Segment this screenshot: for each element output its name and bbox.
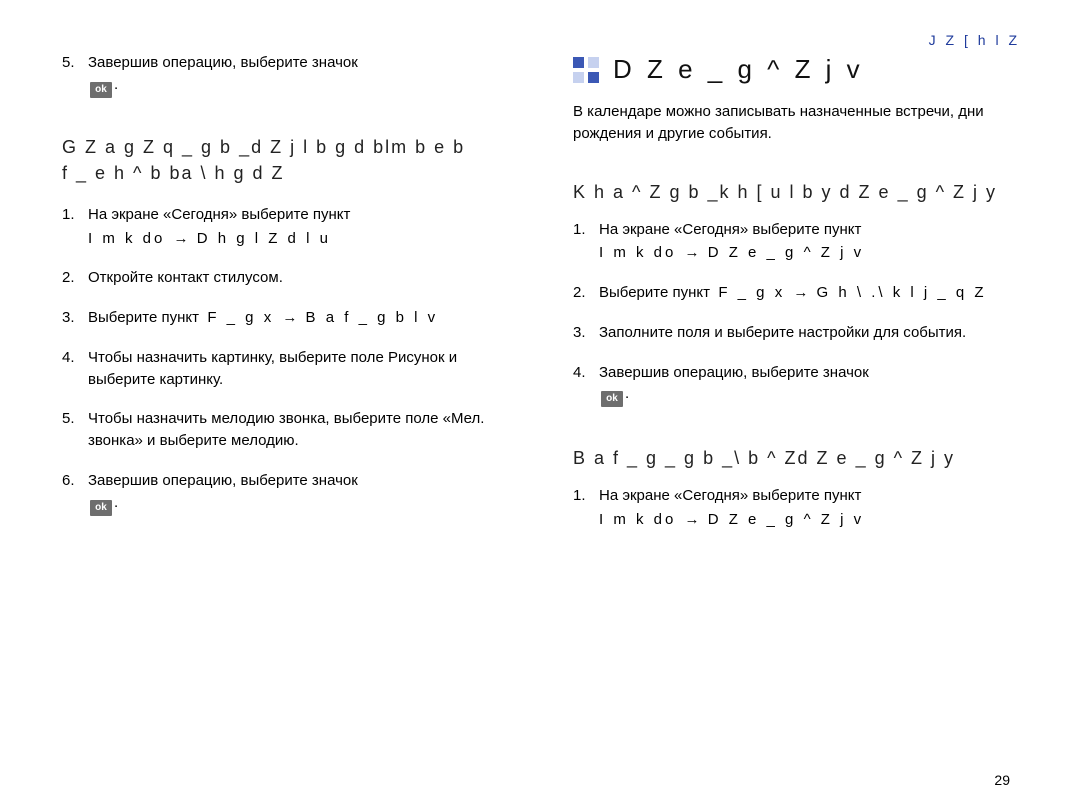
step-text-after: . bbox=[114, 494, 118, 511]
step-number: 6. bbox=[62, 470, 82, 492]
menu-segment: D h g l Z d l u bbox=[197, 230, 331, 247]
right-column: D Z e _ g ^ Z j v В календаре можно запи… bbox=[569, 52, 1020, 782]
two-column-layout: 5. Завершив операцию, выберите значок ok… bbox=[62, 52, 1020, 782]
running-header: J Z [ h l Z bbox=[62, 32, 1020, 50]
list-item: 1. На экране «Сегодня» выберите пункт I … bbox=[573, 219, 1020, 265]
step-text: Чтобы назначить картинку, выберите поле … bbox=[88, 347, 509, 391]
step-text-before: Завершив операцию, выберите значок bbox=[88, 472, 358, 489]
right-steps-create: 1. На экране «Сегодня» выберите пункт I … bbox=[573, 219, 1020, 426]
list-item: 1. На экране «Сегодня» выберите пункт I … bbox=[62, 204, 509, 250]
step-number: 2. bbox=[573, 282, 593, 304]
list-item: 2. Выберите пункт F _ g x → G h \ .\ k l… bbox=[573, 282, 1020, 304]
arrow-icon: → bbox=[793, 282, 808, 304]
step-number: 4. bbox=[62, 347, 82, 369]
menu-path: I m k do → D Z e _ g ^ Z j v bbox=[599, 509, 864, 531]
left-subheading: G Z a g Z q _ g b _d Z j l b g d blm b e… bbox=[62, 134, 509, 186]
section-bullet-icon bbox=[573, 57, 599, 83]
menu-segment: I m k do bbox=[599, 244, 676, 261]
step-body: На экране «Сегодня» выберите пункт I m k… bbox=[88, 204, 350, 250]
step-body: На экране «Сегодня» выберите пункт I m k… bbox=[599, 219, 864, 265]
step-body: Завершив операцию, выберите значок ok. bbox=[88, 470, 358, 516]
step-text: Откройте контакт стилусом. bbox=[88, 267, 283, 289]
right-subheading-view: B a f _ g _ g b _\ b ^ Zd Z e _ g ^ Z j … bbox=[573, 445, 1020, 471]
subhead-line: G Z a g Z q _ g b _d Z j l b g d blm b e… bbox=[62, 137, 465, 157]
step-text: Выберите пункт bbox=[599, 284, 710, 301]
step-text-after: . bbox=[114, 76, 118, 93]
step-number: 4. bbox=[573, 362, 593, 384]
page-number: 29 bbox=[994, 772, 1010, 788]
step-text: Заполните поля и выберите настройки для … bbox=[599, 322, 966, 344]
ok-icon: ok bbox=[601, 391, 623, 407]
step-body: Выберите пункт F _ g x → B a f _ g b l v bbox=[88, 307, 438, 329]
step-body: На экране «Сегодня» выберите пункт I m k… bbox=[599, 485, 864, 531]
arrow-icon: → bbox=[174, 228, 189, 250]
menu-segment: I m k do bbox=[599, 511, 676, 528]
step-number: 2. bbox=[62, 267, 82, 289]
step-text: На экране «Сегодня» выберите пункт bbox=[88, 206, 350, 223]
list-item: 5. Чтобы назначить мелодию звонка, выбер… bbox=[62, 408, 509, 452]
step-text-before: Завершив операцию, выберите значок bbox=[599, 364, 869, 381]
arrow-icon: → bbox=[282, 307, 297, 329]
menu-path: I m k do → D Z e _ g ^ Z j v bbox=[599, 242, 864, 264]
step-body: Завершив операцию, выберите значок ok. bbox=[599, 362, 869, 408]
left-top-step: 5. Завершив операцию, выберите значок ok… bbox=[62, 52, 509, 116]
section-title: D Z e _ g ^ Z j v bbox=[613, 54, 864, 85]
ok-icon: ok bbox=[90, 500, 112, 516]
menu-segment: B a f _ g b l v bbox=[306, 309, 439, 326]
step-text: Выберите пункт bbox=[88, 309, 199, 326]
menu-segment: D Z e _ g ^ Z j v bbox=[708, 244, 864, 261]
arrow-icon: → bbox=[685, 509, 700, 531]
list-item: 3. Заполните поля и выберите настройки д… bbox=[573, 322, 1020, 344]
intro-paragraph: В календаре можно записывать назначенные… bbox=[573, 101, 1020, 145]
step-number: 3. bbox=[62, 307, 82, 329]
list-item: 6. Завершив операцию, выберите значок ok… bbox=[62, 470, 509, 516]
step-text: На экране «Сегодня» выберите пункт bbox=[599, 487, 861, 504]
step-number: 5. bbox=[62, 52, 82, 74]
menu-segment: D Z e _ g ^ Z j v bbox=[708, 511, 864, 528]
left-steps: 1. На экране «Сегодня» выберите пункт I … bbox=[62, 204, 509, 534]
menu-segment: F _ g x bbox=[207, 309, 274, 326]
right-steps-view: 1. На экране «Сегодня» выберите пункт I … bbox=[573, 485, 1020, 549]
step-text-after: . bbox=[625, 385, 629, 402]
step-text: Завершив операцию, выберите значок ok. bbox=[88, 52, 358, 98]
list-item: 5. Завершив операцию, выберите значок ok… bbox=[62, 52, 509, 98]
list-item: 1. На экране «Сегодня» выберите пункт I … bbox=[573, 485, 1020, 531]
subhead-line: f _ e h ^ b ba \ h g d Z bbox=[62, 163, 285, 183]
menu-segment: G h \ .\ k l j _ q Z bbox=[817, 284, 987, 301]
step-number: 1. bbox=[573, 219, 593, 241]
menu-segment: I m k do bbox=[88, 230, 165, 247]
list-item: 4. Чтобы назначить картинку, выберите по… bbox=[62, 347, 509, 391]
list-item: 2. Откройте контакт стилусом. bbox=[62, 267, 509, 289]
list-item: 4. Завершив операцию, выберите значок ok… bbox=[573, 362, 1020, 408]
left-column: 5. Завершив операцию, выберите значок ok… bbox=[62, 52, 513, 782]
ok-icon: ok bbox=[90, 82, 112, 98]
arrow-icon: → bbox=[685, 242, 700, 264]
section-heading: D Z e _ g ^ Z j v bbox=[573, 54, 1020, 85]
list-item: 3. Выберите пункт F _ g x → B a f _ g b … bbox=[62, 307, 509, 329]
menu-path: I m k do → D h g l Z d l u bbox=[88, 228, 350, 250]
step-number: 3. bbox=[573, 322, 593, 344]
step-text: Чтобы назначить мелодию звонка, выберите… bbox=[88, 408, 509, 452]
step-number: 1. bbox=[62, 204, 82, 226]
right-subheading-create: K h a ^ Z g b _k h [ u l b y d Z e _ g ^… bbox=[573, 179, 1020, 205]
step-text-before: Завершив операцию, выберите значок bbox=[88, 54, 358, 71]
step-body: Выберите пункт F _ g x → G h \ .\ k l j … bbox=[599, 282, 987, 304]
step-number: 5. bbox=[62, 408, 82, 430]
step-text: На экране «Сегодня» выберите пункт bbox=[599, 221, 861, 238]
step-number: 1. bbox=[573, 485, 593, 507]
menu-segment: F _ g x bbox=[718, 284, 785, 301]
